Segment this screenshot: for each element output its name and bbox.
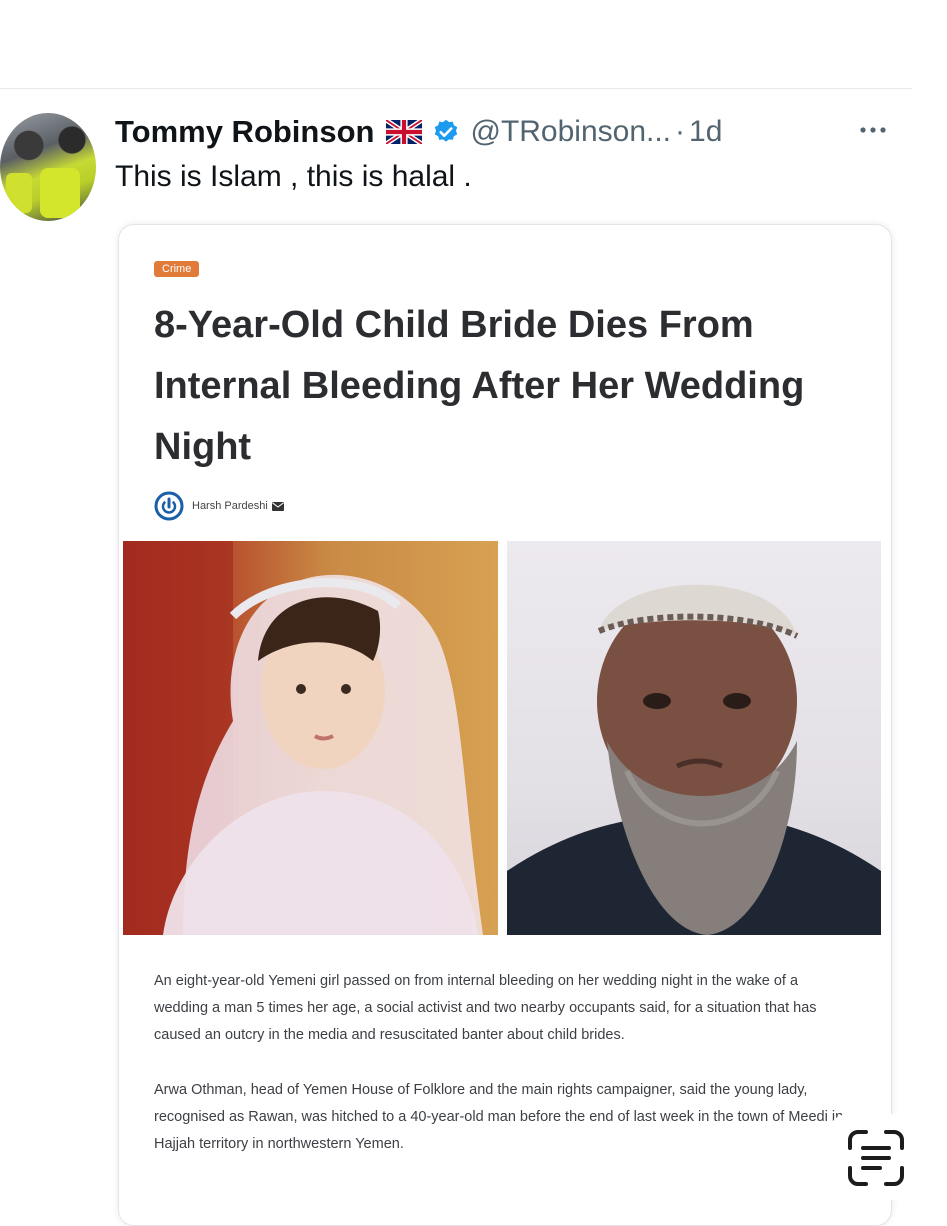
top-divider	[0, 88, 912, 89]
more-options-icon[interactable]	[855, 118, 891, 142]
category-badge: Crime	[154, 261, 200, 277]
man-photo	[507, 541, 881, 935]
verified-badge-icon	[435, 119, 458, 142]
article-headline: 8-Year-Old Child Bride Dies From Interna…	[154, 304, 805, 468]
avatar-figure	[40, 168, 80, 218]
text-scan-icon	[848, 1130, 904, 1186]
author-byline: Harsh Pardeshi	[192, 500, 268, 512]
scan-text-button[interactable]	[828, 1114, 924, 1200]
separator-dot: ·	[675, 115, 686, 148]
article-card[interactable]: Crime 8-Year-Old Child Bride Dies From I…	[118, 224, 892, 1226]
post-time[interactable]: 1d	[689, 115, 722, 149]
author-handle[interactable]: @TRobinson...	[470, 115, 671, 149]
tweet-text: This is Islam , this is halal .	[115, 160, 472, 193]
article-paragraph: An eight-year-old Yemeni girl passed on …	[154, 973, 817, 1043]
article-author: Harsh Pardeshi	[154, 491, 284, 521]
avatar[interactable]	[0, 113, 96, 221]
girl-photo	[123, 541, 498, 935]
avatar-figure	[6, 173, 32, 213]
tweet-header: Tommy Robinson @TRobinson... · 1d	[115, 112, 722, 152]
author-logo-icon	[154, 491, 184, 521]
uk-flag-icon	[386, 120, 423, 144]
mail-icon	[271, 501, 284, 511]
article-paragraph: Arwa Othman, head of Yemen House of Folk…	[154, 1082, 844, 1152]
author-name[interactable]: Tommy Robinson	[115, 114, 374, 150]
